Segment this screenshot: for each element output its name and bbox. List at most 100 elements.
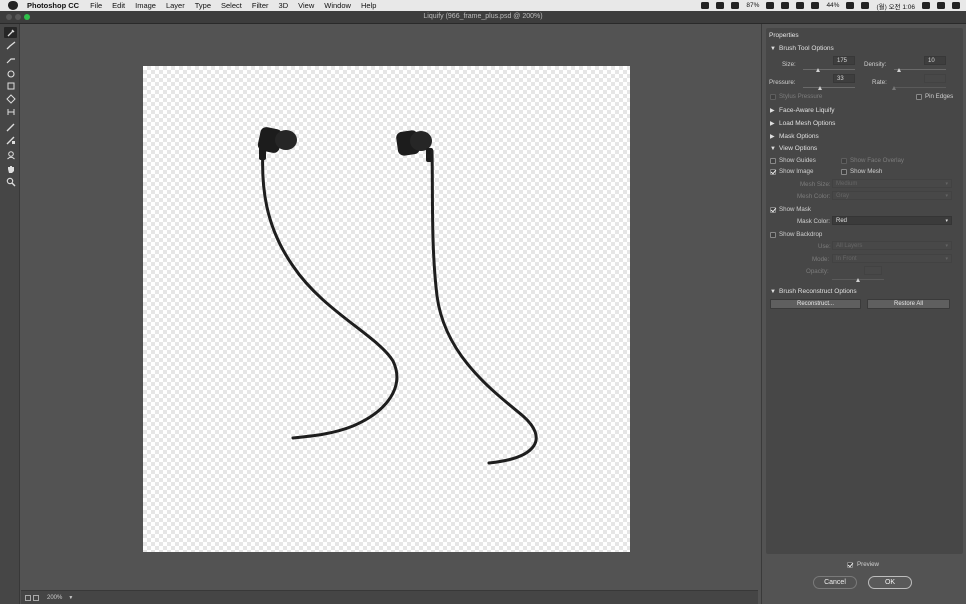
collapsed-triangle-icon: ▶ (770, 108, 775, 114)
reconstruct-button[interactable]: Reconstruct... (770, 299, 861, 309)
rate-field[interactable] (924, 74, 946, 83)
input-method-icon[interactable] (861, 2, 870, 9)
smooth-tool[interactable] (4, 53, 17, 64)
forward-warp-tool[interactable] (4, 27, 17, 38)
show-face-overlay-checkbox[interactable] (841, 158, 847, 164)
thaw-mask-icon (6, 136, 15, 144)
ok-button[interactable]: OK (868, 576, 912, 589)
spotlight-icon[interactable] (922, 2, 930, 9)
collapsed-triangle-icon: ▶ (770, 134, 775, 140)
menu-window[interactable]: Window (324, 1, 351, 10)
pucker-tool[interactable] (4, 80, 17, 91)
status-bar: 200% ▼ (21, 590, 758, 604)
bluetooth-icon[interactable] (796, 2, 805, 9)
freeze-mask-icon (6, 123, 14, 131)
eye-icon[interactable] (731, 2, 740, 9)
pin-edges-label: Pin Edges (925, 93, 954, 100)
canvas-area[interactable] (21, 24, 758, 590)
menu-filter[interactable]: Filter (252, 1, 269, 10)
opacity-slider-thumb[interactable] (855, 278, 860, 282)
menu-type[interactable]: Type (195, 1, 211, 10)
menu-view[interactable]: View (298, 1, 314, 10)
restore-all-button[interactable]: Restore All (867, 299, 950, 309)
face-aware-liquify-header[interactable]: ▶ Face-Aware Liquify (770, 107, 835, 114)
network-speed[interactable]: 87% (746, 2, 759, 9)
show-mask-checkbox[interactable] (770, 207, 776, 213)
twirl-icon (6, 69, 15, 78)
expanded-triangle-icon: ▼ (770, 289, 776, 295)
zoom-dropdown-icon[interactable]: ▼ (68, 595, 73, 601)
siri-icon[interactable] (937, 2, 945, 9)
stylus-pressure-checkbox[interactable] (770, 94, 776, 100)
menu-file[interactable]: File (90, 1, 102, 10)
zoom-tool[interactable] (4, 176, 17, 187)
menu-3d[interactable]: 3D (279, 1, 289, 10)
size-label: Size: (782, 61, 796, 68)
notification-center-icon[interactable] (952, 2, 960, 9)
show-mesh-checkbox[interactable] (841, 169, 847, 175)
pressure-slider[interactable] (803, 87, 855, 88)
battery-icon[interactable] (846, 2, 855, 9)
app-name-menu[interactable]: Photoshop CC (27, 1, 79, 10)
mesh-color-select[interactable]: Gray ▾ (832, 191, 952, 200)
show-backdrop-checkbox[interactable] (770, 232, 776, 238)
mask-color-select[interactable]: Red ▾ (832, 216, 952, 225)
twirl-clockwise-tool[interactable] (4, 68, 17, 79)
show-guides-checkbox[interactable] (770, 158, 776, 164)
grid-icon[interactable] (766, 2, 775, 9)
reconstruct-tool[interactable] (4, 40, 17, 51)
load-mesh-options-header[interactable]: ▶ Load Mesh Options (770, 120, 835, 127)
cancel-button[interactable]: Cancel (813, 576, 857, 589)
density-slider[interactable] (894, 69, 946, 70)
menu-select[interactable]: Select (221, 1, 242, 10)
face-icon (6, 150, 15, 159)
rate-slider[interactable] (894, 87, 946, 88)
pressure-field[interactable]: 33 (833, 74, 855, 83)
size-slider-thumb[interactable] (816, 68, 821, 72)
hand-tool[interactable] (4, 163, 17, 174)
brush-reconstruct-options-header[interactable]: ▼ Brush Reconstruct Options (770, 288, 857, 295)
status-app-icon[interactable] (701, 2, 710, 9)
apple-icon[interactable] (8, 1, 18, 10)
size-field[interactable]: 175 (833, 56, 855, 65)
menu-layer[interactable]: Layer (166, 1, 185, 10)
thaw-mask-tool[interactable] (4, 134, 17, 145)
zoom-in-icon[interactable] (33, 594, 39, 601)
mode-select[interactable]: In Front ▾ (832, 254, 952, 263)
cloud-icon[interactable] (716, 2, 725, 9)
pucker-icon (7, 82, 14, 89)
face-tool[interactable] (4, 149, 17, 160)
rate-slider-thumb[interactable] (891, 86, 896, 90)
preview-checkbox[interactable] (847, 562, 853, 568)
view-options-label: View Options (779, 145, 818, 152)
pressure-slider-thumb[interactable] (817, 86, 822, 90)
push-left-tool[interactable] (4, 106, 17, 117)
wifi-icon[interactable] (811, 2, 820, 9)
show-mesh-label: Show Mesh (850, 168, 883, 175)
opacity-field[interactable] (864, 266, 882, 275)
face-aware-liquify-label: Face-Aware Liquify (779, 107, 835, 114)
show-image-checkbox[interactable] (770, 169, 776, 175)
drive-icon[interactable] (781, 2, 790, 9)
freeze-mask-tool[interactable] (4, 121, 17, 132)
size-slider[interactable] (803, 69, 855, 70)
view-options-header[interactable]: ▼ View Options (770, 145, 817, 152)
pin-edges-checkbox[interactable] (916, 94, 922, 100)
mask-color-value: Red (836, 218, 848, 224)
use-select[interactable]: All Layers ▾ (832, 241, 952, 250)
battery-percent[interactable]: 44% (826, 2, 839, 9)
zoom-level[interactable]: 200% (47, 595, 62, 601)
density-field[interactable]: 10 (924, 56, 946, 65)
bloat-tool[interactable] (4, 93, 17, 104)
mesh-size-select[interactable]: Medium ▾ (832, 179, 952, 188)
clock[interactable]: (월) 오전 1:06 (876, 1, 915, 11)
menu-image[interactable]: Image (135, 1, 156, 10)
zoom-out-icon[interactable] (25, 594, 31, 601)
image-canvas[interactable] (143, 66, 630, 552)
brush-tool-options-header[interactable]: ▼ Brush Tool Options (770, 45, 834, 52)
density-slider-thumb[interactable] (896, 68, 901, 72)
mesh-size-label: Mesh Size: (800, 181, 831, 188)
menu-edit[interactable]: Edit (112, 1, 125, 10)
mask-options-header[interactable]: ▶ Mask Options (770, 133, 819, 140)
menu-help[interactable]: Help (361, 1, 376, 10)
